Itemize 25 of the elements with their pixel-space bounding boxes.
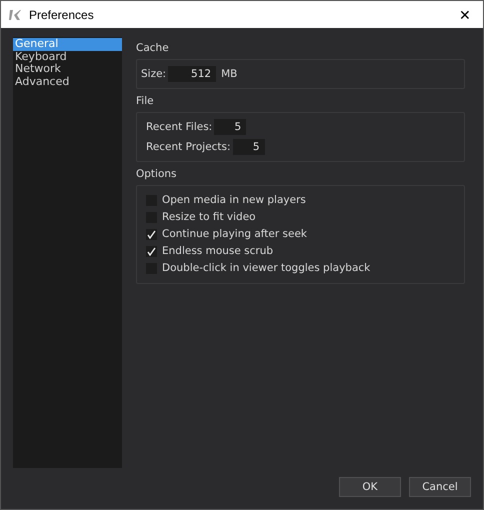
- option-label: Open media in new players: [162, 194, 306, 206]
- close-button[interactable]: ✕: [455, 6, 475, 22]
- group-title: Options: [136, 168, 177, 180]
- size-field[interactable]: 512: [168, 66, 216, 82]
- ok-button[interactable]: OK: [339, 477, 401, 497]
- field-label: Recent Projects:: [146, 141, 231, 153]
- option-label: Continue playing after seek: [162, 228, 308, 240]
- number-field[interactable]: 5: [214, 119, 246, 135]
- group-title: Cache: [136, 42, 169, 54]
- window-title: Preferences: [29, 8, 95, 22]
- checkbox[interactable]: [146, 246, 157, 256]
- sidebar-item[interactable]: Keyboard: [13, 50, 122, 63]
- checkbox[interactable]: [146, 228, 157, 240]
- field-label: Size:: [141, 68, 166, 80]
- unit-label: MB: [221, 68, 238, 80]
- sidebar-item[interactable]: Advanced: [13, 76, 122, 88]
- group-title: File: [136, 95, 154, 107]
- option-label: Resize to fit video: [162, 211, 256, 223]
- sidebar-item[interactable]: Network: [13, 63, 122, 76]
- option-label: Endless mouse scrub: [162, 245, 274, 257]
- field-label: Recent Files:: [146, 121, 212, 133]
- logo-icon: [9, 8, 21, 20]
- option-label: Double-click in viewer toggles playback: [162, 262, 370, 274]
- cancel-button[interactable]: Cancel: [409, 477, 471, 497]
- number-field[interactable]: 5: [232, 139, 265, 155]
